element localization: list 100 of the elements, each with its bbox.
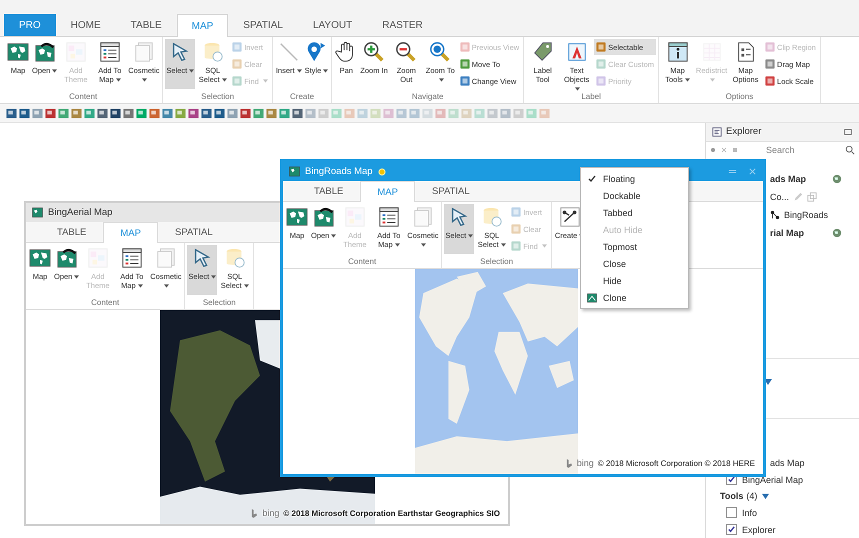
ribbon-tab[interactable]: SPATIAL — [228, 14, 298, 36]
window-title: BingAerial Map — [48, 207, 112, 218]
tree-item[interactable]: rial Map — [770, 228, 804, 238]
info-icon — [666, 41, 689, 63]
checkbox[interactable] — [726, 507, 737, 518]
layers-icon — [807, 192, 818, 202]
logo-icon — [251, 508, 258, 518]
minimize-icon[interactable] — [728, 167, 737, 176]
ribbon-tab[interactable]: TABLE — [40, 222, 104, 242]
text-frame-icon — [566, 41, 588, 63]
pin-icon — [305, 41, 328, 63]
search-icon[interactable] — [845, 144, 855, 155]
ribbon-tab[interactable]: TABLE — [116, 14, 177, 36]
toolbar-icon[interactable] — [214, 108, 225, 118]
menu-item[interactable]: Close — [581, 255, 688, 272]
globe-icon[interactable] — [832, 228, 842, 238]
group-label: Content — [347, 256, 378, 268]
map-icon — [289, 166, 300, 177]
group-label: Selection — [202, 297, 237, 309]
tree-item[interactable]: BingRoads — [784, 210, 828, 220]
group-label: Navigate — [410, 91, 444, 103]
tool-count: (4) — [746, 491, 758, 501]
toolbar-icon[interactable] — [240, 108, 251, 118]
ribbon-tab[interactable]: SPATIAL — [158, 222, 230, 242]
group-label: Label — [580, 91, 602, 103]
group-label: Options — [724, 91, 754, 103]
open-map-icon — [312, 206, 335, 228]
toolbar-icon[interactable] — [201, 108, 212, 118]
toolbar-icon[interactable] — [123, 108, 134, 118]
menu-item[interactable]: Tabbed — [581, 204, 688, 221]
toolbar-icon[interactable] — [97, 108, 108, 118]
theme-icon — [344, 206, 366, 228]
toolbar-icon[interactable] — [6, 108, 17, 118]
tool-icon — [596, 76, 606, 86]
toolbar-icon[interactable] — [45, 108, 56, 118]
tool-icon — [232, 59, 242, 69]
ribbon-tab[interactable]: TABLE — [297, 181, 360, 201]
zoom-out-icon — [395, 41, 418, 63]
tool-icon — [232, 76, 242, 86]
explorer-icon — [712, 126, 722, 137]
tool-icon — [596, 59, 606, 69]
menu-item[interactable]: Floating — [581, 170, 688, 187]
globe-icon[interactable] — [832, 174, 842, 184]
ribbon-tab[interactable]: RASTER — [367, 14, 438, 36]
tag-icon — [532, 41, 554, 63]
ribbon-tab[interactable]: HOME — [56, 14, 116, 36]
tool-icon — [460, 42, 470, 52]
ribbon-tab[interactable]: LAYOUT — [298, 14, 368, 36]
toolbar-icon[interactable] — [292, 108, 303, 118]
menu-item[interactable]: Hide — [581, 272, 688, 289]
map-icon — [286, 206, 308, 228]
pages-icon — [412, 206, 434, 228]
tree-item[interactable]: ads Map — [770, 174, 806, 184]
list-icon — [120, 247, 143, 269]
tool-icon — [765, 76, 776, 86]
toolbar-icon[interactable] — [19, 108, 30, 118]
map-icon — [32, 207, 43, 218]
list-item[interactable]: BingAerial Map — [742, 474, 804, 484]
toolbar-icon[interactable] — [188, 108, 199, 118]
close-icon[interactable] — [720, 146, 728, 154]
tool-icon — [511, 241, 522, 251]
close-icon[interactable] — [748, 167, 757, 176]
list-icon — [378, 206, 400, 228]
pages-icon — [154, 247, 177, 269]
zoom-in-icon — [363, 41, 386, 63]
logo-icon — [566, 458, 573, 468]
list-item[interactable]: ads Map — [770, 458, 805, 468]
panel-title: Explorer — [726, 126, 762, 138]
tool-icon — [596, 42, 606, 52]
menu-item[interactable]: Topmost — [581, 238, 688, 255]
checkbox[interactable] — [726, 524, 737, 535]
map-icon — [7, 41, 29, 63]
zoom-icon — [429, 41, 452, 63]
list-item[interactable]: Explorer — [742, 524, 776, 534]
collapse-arrow-icon[interactable] — [762, 492, 770, 500]
tool-icon — [511, 224, 522, 234]
open-map-icon — [34, 41, 56, 63]
layer-icon — [770, 210, 780, 220]
menu-item[interactable]: Clone — [581, 289, 688, 306]
group-label: Content — [68, 91, 98, 103]
map-icon — [29, 247, 51, 269]
tree-item[interactable]: Co... — [770, 192, 790, 202]
theme-icon — [64, 41, 87, 63]
group-label: Selection — [200, 91, 236, 103]
list-item[interactable]: Info — [742, 508, 758, 518]
toolbar-icon[interactable] — [110, 108, 121, 118]
logo-text: bing — [262, 508, 280, 518]
tool-icon — [232, 42, 242, 52]
ribbon-tab[interactable]: SPATIAL — [414, 181, 487, 201]
restore-icon[interactable] — [843, 126, 853, 137]
tool-icon — [460, 59, 470, 69]
pages-icon — [132, 41, 155, 63]
window-title: BingRoads Map — [305, 166, 373, 177]
expand-arrow-icon[interactable] — [764, 378, 772, 385]
menu-item[interactable]: Dockable — [581, 187, 688, 204]
map-attribution: © 2018 Microsoft Corporation © 2018 HERE — [598, 458, 755, 468]
theme-icon — [86, 247, 109, 269]
group-label: Selection — [479, 256, 514, 268]
tool-icon — [460, 76, 470, 86]
line-icon — [278, 41, 300, 63]
